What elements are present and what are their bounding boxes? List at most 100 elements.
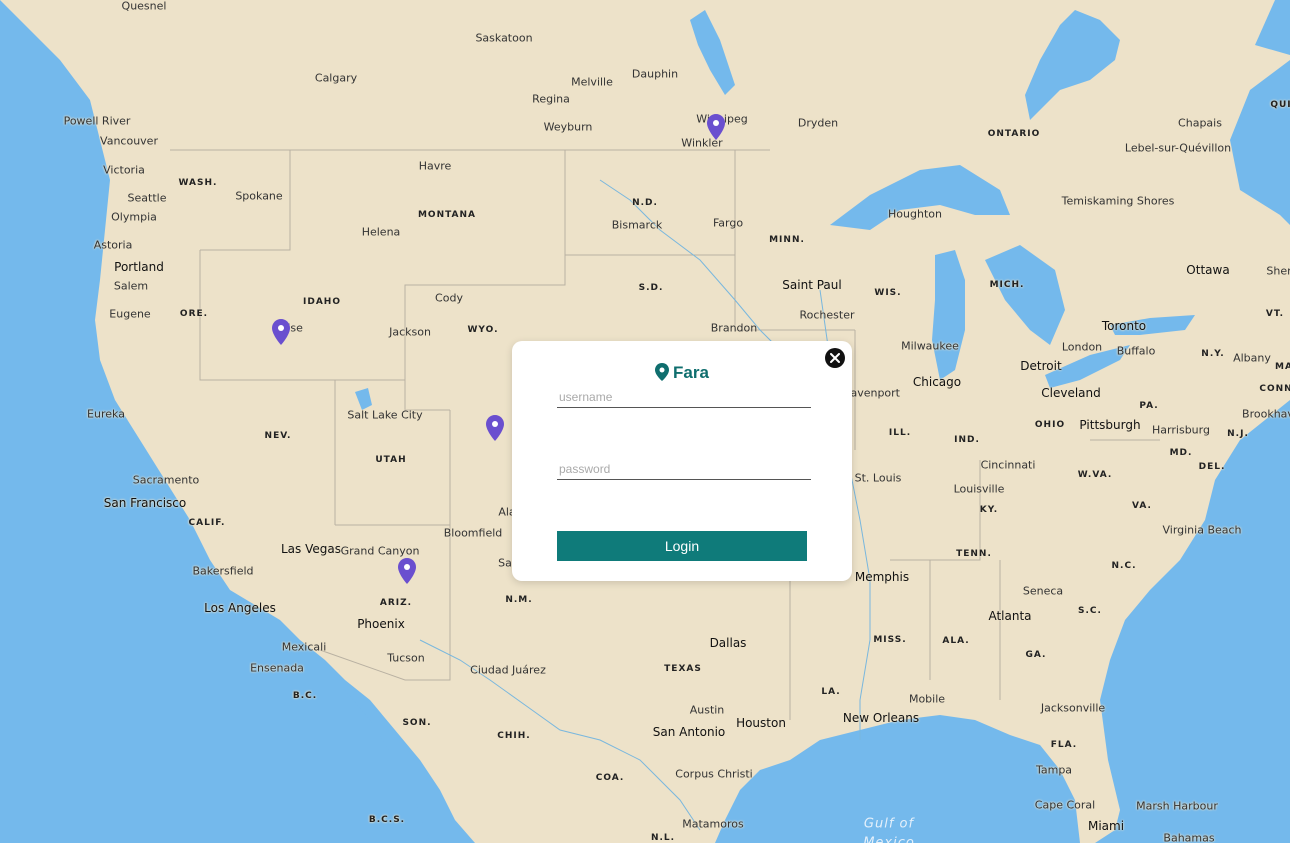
map-label-bc: B.C. [292, 691, 318, 701]
map-label-weyburn: Weyburn [543, 120, 593, 134]
map-label-marshharbour: Marsh Harbour [1136, 799, 1218, 813]
map-label-miss: MISS. [873, 635, 907, 645]
map-label-nd: N.D. [632, 198, 658, 208]
map-label-mich: MICH. [989, 280, 1025, 290]
map-label-gulf: Gulf of [863, 816, 915, 832]
map-label-ariz: ARIZ. [379, 598, 413, 608]
map-label-houston: Houston [736, 716, 786, 730]
map-label-ensenada: Ensenada [250, 661, 304, 675]
map-label-detroit: Detroit [1020, 359, 1062, 373]
map-label-wyo: WYO. [467, 325, 499, 335]
map-pin-icon [486, 415, 504, 441]
map-label-bahamas: Bahamas [1163, 831, 1215, 843]
map-label-son: SON. [402, 718, 432, 728]
login-button[interactable]: Login [557, 531, 807, 561]
map-label-tenn: TENN. [956, 549, 992, 559]
map-label-calif: CALIF. [188, 518, 226, 528]
map-label-saintpaul: Saint Paul [782, 278, 842, 292]
map-label-saskatoon: Saskatoon [475, 31, 533, 45]
map-label-ore: ORE. [179, 309, 209, 319]
map-label-montana: MONTANA [417, 210, 477, 220]
map-label-matamoros: Matamoros [682, 817, 744, 831]
map-label-fargo: Fargo [712, 216, 744, 230]
map-label-chapais: Chapais [1178, 116, 1222, 130]
map-label-melville: Melville [571, 75, 613, 89]
map-label-quesnel: Quesnel [121, 0, 167, 13]
map-label-sacramento: Sacramento [132, 473, 200, 487]
map-label-lasvegas: Las Vegas [281, 542, 341, 556]
brand-name: Fara [673, 363, 709, 382]
close-icon [830, 353, 840, 363]
map-label-eugene: Eugene [109, 307, 151, 321]
username-input[interactable] [557, 387, 811, 408]
map-label-nc: N.C. [1111, 561, 1137, 571]
map-label-corpuschristi: Corpus Christi [675, 767, 753, 781]
winnipeg-marker[interactable] [707, 114, 725, 140]
map-label-memphis: Memphis [854, 570, 910, 584]
map-label-idaho: IDAHO [303, 297, 341, 307]
map-label-coa: COA. [595, 773, 625, 783]
map-label-vancouver: Vancouver [100, 134, 158, 148]
map-label-la: LA. [821, 687, 841, 697]
map-label-minn: MINN. [769, 235, 805, 245]
map-label-cleveland: Cleveland [1041, 386, 1101, 400]
map-label-spokane: Spokane [235, 189, 283, 203]
map-label-eureka: Eureka [87, 407, 125, 421]
map-label-texas: TEXAS [664, 664, 702, 674]
map-label-neworleans: New Orleans [842, 711, 920, 725]
map-label-miami: Miami [1087, 819, 1125, 833]
map-label-dauphin: Dauphin [631, 67, 679, 81]
map-label-wis: WIS. [874, 288, 902, 298]
map-label-grandcanyon: Grand Canyon [340, 544, 420, 558]
map-label-lebel: Lebel-sur-Quévillon [1124, 141, 1232, 155]
arizona-marker[interactable] [398, 558, 416, 584]
map-label-cody: Cody [435, 291, 463, 305]
map-label-harrisburg: Harrisburg [1152, 423, 1210, 437]
map-label-vt: VT. [1265, 309, 1285, 319]
map-label-bloomfield: Bloomfield [443, 526, 503, 540]
map-label-md: MD. [1169, 448, 1193, 458]
map-label-dallas: Dallas [709, 636, 747, 650]
map-label-ala: ALA. [942, 636, 970, 646]
map-pin-icon [272, 319, 290, 345]
map-label-ny: N.Y. [1201, 349, 1225, 359]
map-label-dryden: Dryden [797, 116, 839, 130]
map-label-seattle: Seattle [127, 191, 167, 205]
map-label-nm: N.M. [505, 595, 533, 605]
map-label-toronto: Toronto [1101, 319, 1147, 333]
password-input[interactable] [557, 459, 811, 480]
map-label-jacksonville: Jacksonville [1040, 701, 1106, 715]
map-label-pa: PA. [1139, 401, 1159, 411]
location-pin-icon [655, 363, 670, 381]
map-label-atlanta: Atlanta [988, 609, 1032, 623]
map-label-sanfrancisco: San Francisco [103, 496, 187, 510]
map-label-phoenix: Phoenix [357, 617, 405, 631]
map-label-nev: NEV. [264, 431, 292, 441]
map-label-london: London [1061, 340, 1103, 354]
map-label-virginiabeach: Virginia Beach [1162, 523, 1242, 537]
map-label-wva: W.VA. [1077, 470, 1113, 480]
map-label-chih: CHIH. [497, 731, 531, 741]
map-label-ciudadjuarez: Ciudad Juárez [470, 663, 546, 677]
map-label-salem: Salem [113, 279, 149, 293]
colorado-marker[interactable] [486, 415, 504, 441]
map-label-helena: Helena [361, 225, 401, 239]
map-label-victoria: Victoria [103, 163, 145, 177]
map-label-sa_partial: Sa [498, 556, 512, 570]
map-label-ga: GA. [1025, 650, 1047, 660]
map-label-ontario: ONTARIO [987, 129, 1041, 139]
map-label-wash: WASH. [178, 178, 218, 188]
map-label-pittsburgh: Pittsburgh [1079, 418, 1141, 432]
map-label-sc: S.C. [1078, 606, 1102, 616]
map-label-sher: Sher [1266, 264, 1290, 278]
map-label-powell: Powell River [63, 114, 131, 128]
map-label-tucson: Tucson [387, 651, 425, 665]
brand-logo: Fara [512, 363, 852, 383]
map-label-fla: FLA. [1050, 740, 1078, 750]
map-label-milwaukee: Milwaukee [901, 339, 959, 353]
map-label-capecoral: Cape Coral [1034, 798, 1096, 812]
boise-marker[interactable] [272, 319, 290, 345]
map-label-ohio: OHIO [1034, 420, 1066, 430]
map-label-bakersfield: Bakersfield [192, 564, 254, 578]
map-label-regina: Regina [532, 92, 570, 106]
